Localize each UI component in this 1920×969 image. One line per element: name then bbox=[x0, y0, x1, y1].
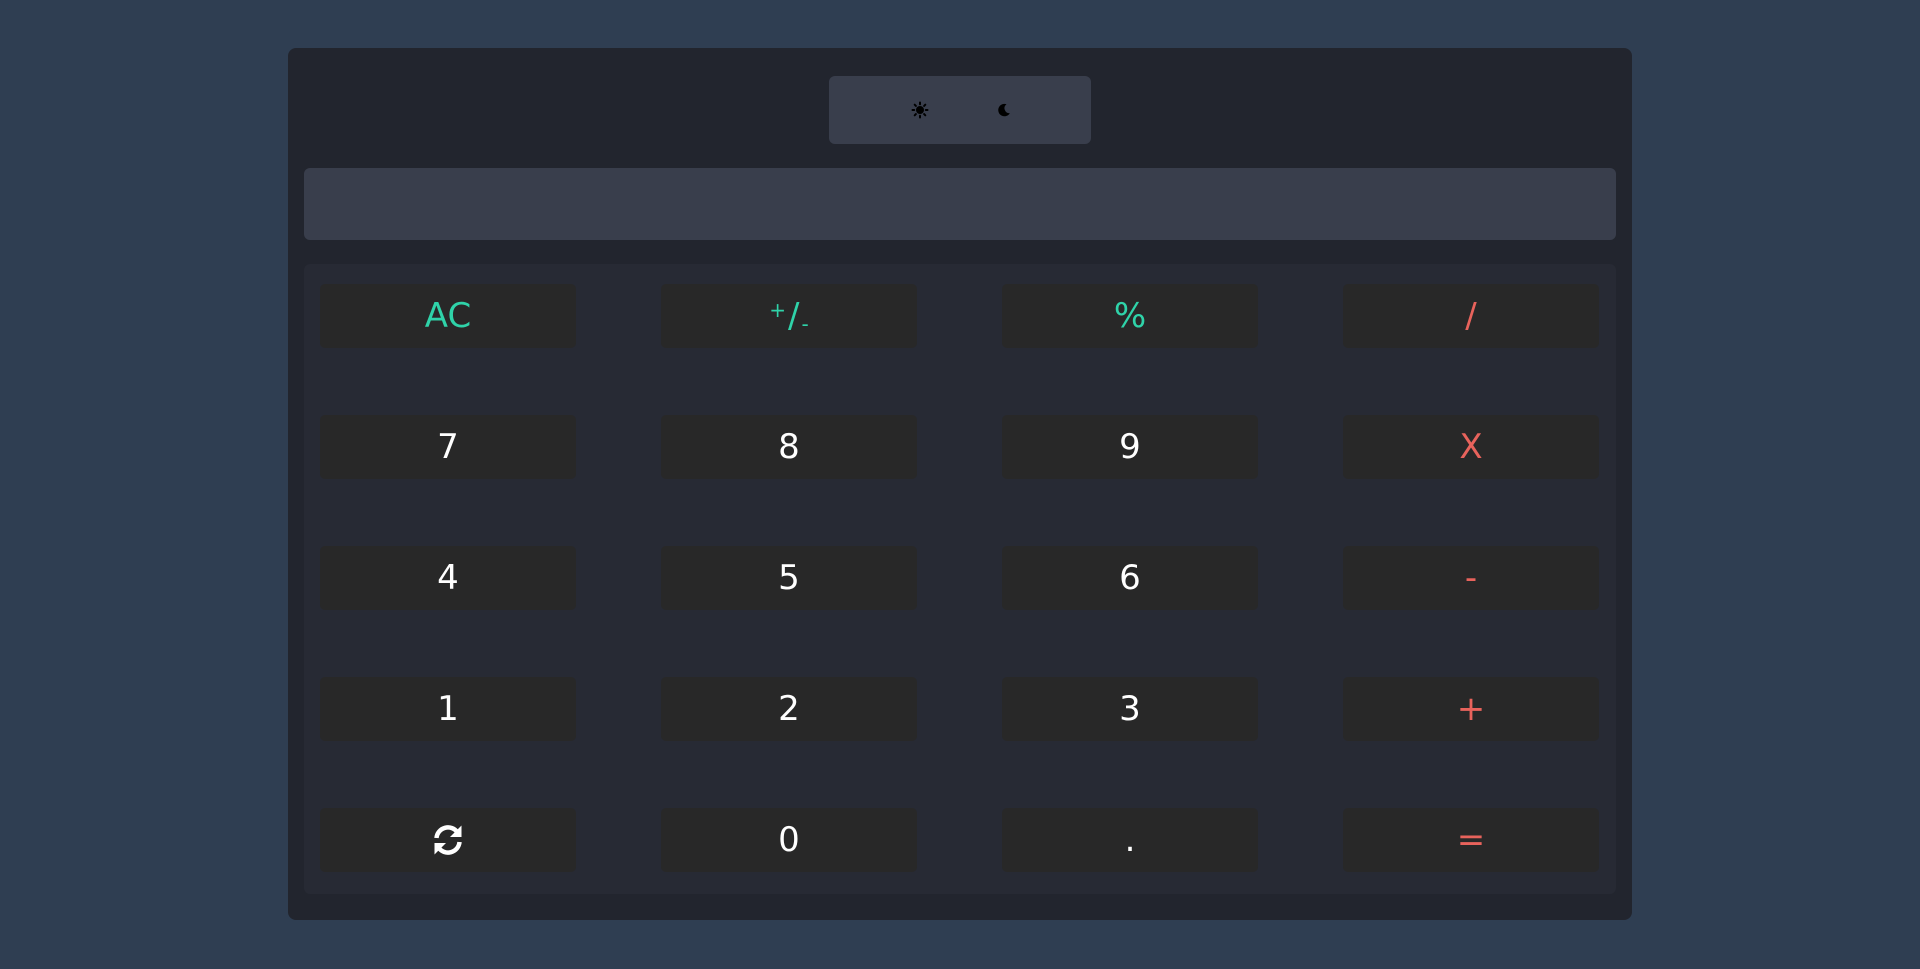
refresh-button[interactable] bbox=[320, 808, 576, 872]
calculator-display bbox=[304, 168, 1616, 240]
theme-toggle bbox=[829, 76, 1091, 144]
digit-1-button[interactable]: 1 bbox=[320, 677, 576, 741]
digit-2-button[interactable]: 2 bbox=[661, 677, 917, 741]
digit-4-button[interactable]: 4 bbox=[320, 546, 576, 610]
dark-theme-button[interactable] bbox=[986, 92, 1022, 128]
decimal-button[interactable]: . bbox=[1002, 808, 1258, 872]
multiply-button[interactable]: X bbox=[1343, 415, 1599, 479]
sun-icon bbox=[911, 101, 929, 119]
percent-button[interactable]: % bbox=[1002, 284, 1258, 348]
add-button[interactable]: + bbox=[1343, 677, 1599, 741]
digit-7-button[interactable]: 7 bbox=[320, 415, 576, 479]
divide-button[interactable]: / bbox=[1343, 284, 1599, 348]
calculator: AC + / - % / 7 8 9 X 4 5 6 - 1 2 3 + 0 .… bbox=[288, 48, 1632, 920]
subtract-button[interactable]: - bbox=[1343, 546, 1599, 610]
sign-toggle-plus: + bbox=[769, 298, 787, 322]
light-theme-button[interactable] bbox=[902, 92, 938, 128]
sign-toggle-button[interactable]: + / - bbox=[661, 284, 917, 348]
digit-8-button[interactable]: 8 bbox=[661, 415, 917, 479]
digit-5-button[interactable]: 5 bbox=[661, 546, 917, 610]
digit-0-button[interactable]: 0 bbox=[661, 808, 917, 872]
equals-button[interactable]: = bbox=[1343, 808, 1599, 872]
sign-toggle-minus: - bbox=[801, 312, 809, 336]
clear-button[interactable]: AC bbox=[320, 284, 576, 348]
keypad: AC + / - % / 7 8 9 X 4 5 6 - 1 2 3 + 0 .… bbox=[304, 264, 1616, 894]
digit-3-button[interactable]: 3 bbox=[1002, 677, 1258, 741]
digit-6-button[interactable]: 6 bbox=[1002, 546, 1258, 610]
digit-9-button[interactable]: 9 bbox=[1002, 415, 1258, 479]
refresh-icon bbox=[434, 825, 462, 855]
moon-icon bbox=[998, 103, 1010, 117]
sign-toggle-slash: / bbox=[788, 296, 800, 336]
